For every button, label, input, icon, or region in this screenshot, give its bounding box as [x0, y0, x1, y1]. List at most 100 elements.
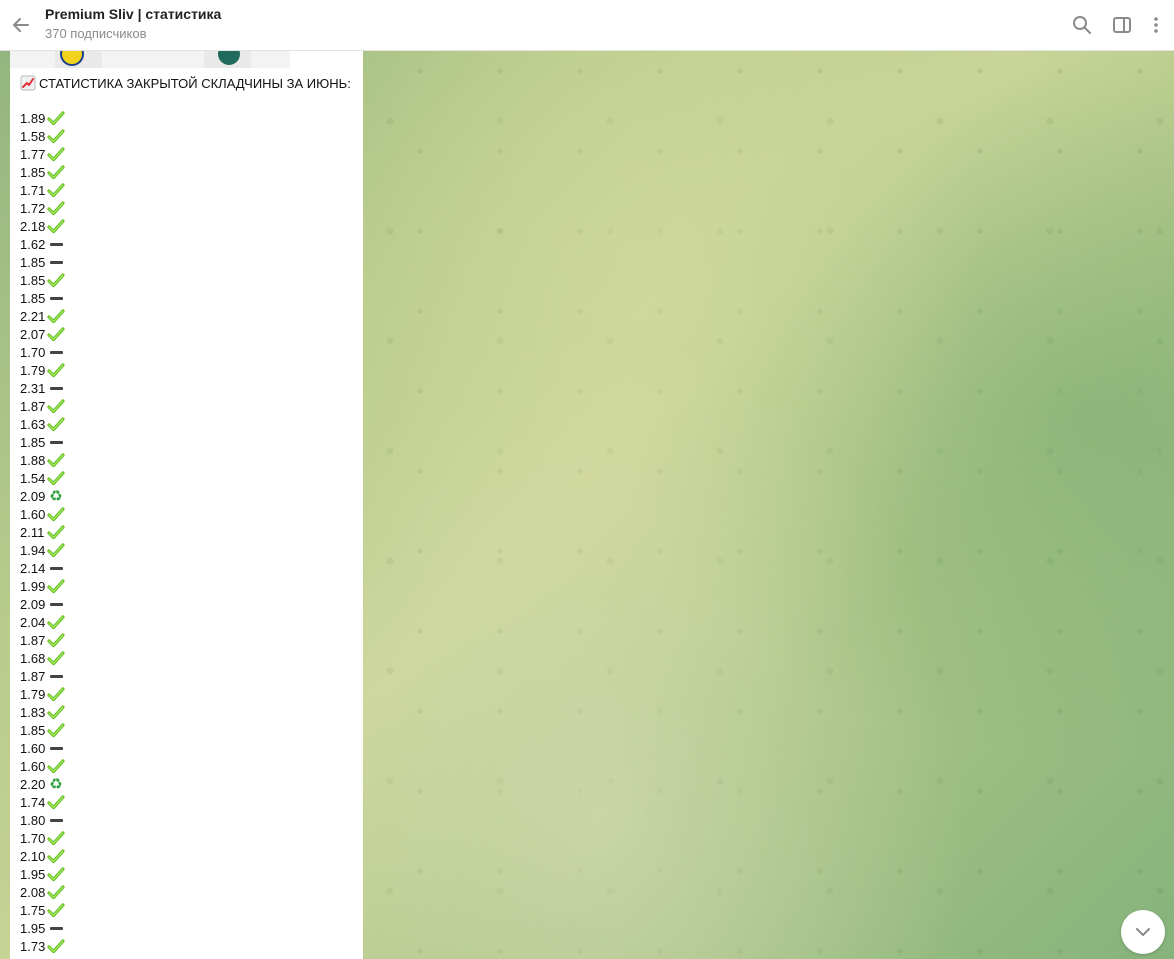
odds-value: 1.58 [20, 128, 46, 144]
odds-value: 1.79 [20, 686, 46, 702]
chart-increasing-icon [20, 75, 36, 91]
sidebar-toggle-button[interactable] [1110, 13, 1134, 37]
recycle-icon: ♻ [49, 775, 63, 793]
odds-value: 1.87 [20, 632, 46, 648]
minus-icon [47, 812, 65, 828]
check-mark-icon [47, 470, 65, 486]
odds-value: 2.14 [20, 560, 46, 576]
odds-value: 1.77 [20, 146, 46, 162]
list-item: 1.83 [20, 703, 65, 721]
odds-value: 1.63 [20, 416, 46, 432]
list-item: 2.31 [20, 379, 65, 397]
minus-icon [47, 254, 65, 270]
channel-title[interactable]: Premium Sliv | статистика [45, 6, 221, 22]
odds-value: 1.85 [20, 164, 46, 180]
odds-value: 1.73 [20, 938, 46, 954]
recycle-icon: ♻ [49, 487, 63, 505]
list-item: 2.14 [20, 559, 65, 577]
odds-value: 2.08 [20, 884, 46, 900]
odds-value: 1.94 [20, 542, 46, 558]
odds-value: 1.88 [20, 452, 46, 468]
list-item: 1.95 [20, 865, 65, 883]
check-mark-icon [47, 182, 65, 198]
list-item: 1.79 [20, 685, 65, 703]
minus-icon [47, 560, 65, 576]
list-item: 1.87 [20, 631, 65, 649]
odds-value: 2.09 [20, 488, 46, 504]
check-mark-icon [47, 146, 65, 162]
check-mark-icon [47, 866, 65, 882]
list-item: 1.85 [20, 721, 65, 739]
list-item: 1.70 [20, 829, 65, 847]
check-mark-icon [47, 794, 65, 810]
minus-icon [47, 740, 65, 756]
check-mark-icon [47, 938, 65, 954]
check-mark-icon [47, 614, 65, 630]
list-item: 1.71 [20, 181, 65, 199]
list-item: 1.87 [20, 667, 65, 685]
scroll-to-bottom-button[interactable] [1121, 910, 1165, 954]
list-item: 1.99 [20, 577, 65, 595]
odds-value: 1.87 [20, 398, 46, 414]
list-item: 1.60 [20, 505, 65, 523]
odds-value: 1.60 [20, 506, 46, 522]
check-mark-icon [47, 884, 65, 900]
odds-value: 1.85 [20, 434, 46, 450]
check-mark-icon [47, 542, 65, 558]
list-item: 2.09 [20, 595, 65, 613]
list-item: 1.60 [20, 757, 65, 775]
list-item: 1.70 [20, 343, 65, 361]
odds-value: 1.80 [20, 812, 46, 828]
list-item: 1.68 [20, 649, 65, 667]
message-bubble: СТАТИСТИКА ЗАКРЫТОЙ СКЛАДЧИНЫ ЗА ИЮНЬ: 1… [10, 51, 363, 959]
previous-media-preview[interactable] [10, 51, 290, 68]
odds-value: 1.60 [20, 740, 46, 756]
list-item: 1.54 [20, 469, 65, 487]
check-mark-icon [47, 272, 65, 288]
list-item: 1.58 [20, 127, 65, 145]
check-mark-icon [47, 128, 65, 144]
odds-value: 1.85 [20, 290, 46, 306]
check-mark-icon [47, 506, 65, 522]
check-mark-icon [47, 110, 65, 126]
list-item: 2.07 [20, 325, 65, 343]
search-icon [1073, 16, 1091, 34]
list-item: 1.94 [20, 541, 65, 559]
odds-value: 1.89 [20, 110, 46, 126]
odds-value: 1.99 [20, 578, 46, 594]
check-mark-icon [47, 632, 65, 648]
back-button[interactable] [8, 12, 34, 38]
odds-value: 2.07 [20, 326, 46, 342]
more-menu-button[interactable] [1144, 13, 1168, 37]
list-item: 2.11 [20, 523, 65, 541]
check-mark-icon [47, 758, 65, 774]
check-mark-icon [47, 686, 65, 702]
logo-thumbnail-icon [60, 51, 240, 66]
minus-icon [47, 668, 65, 684]
odds-value: 1.74 [20, 794, 46, 810]
odds-value: 1.72 [20, 200, 46, 216]
odds-value: 1.70 [20, 830, 46, 846]
check-mark-icon [47, 722, 65, 738]
odds-value: 1.95 [20, 920, 46, 936]
list-item: 1.60 [20, 739, 65, 757]
check-mark-icon [47, 362, 65, 378]
search-button[interactable] [1070, 13, 1094, 37]
odds-value: 2.20 [20, 776, 46, 792]
check-mark-icon [47, 578, 65, 594]
list-item: 2.21 [20, 307, 65, 325]
list-item: 1.85 [20, 433, 65, 451]
list-item: 2.09 ♻ [20, 487, 65, 505]
odds-value: 2.31 [20, 380, 46, 396]
odds-value: 2.04 [20, 614, 46, 630]
list-item: 1.85 [20, 271, 65, 289]
minus-icon [47, 290, 65, 306]
list-item: 2.10 [20, 847, 65, 865]
odds-value: 2.21 [20, 308, 46, 324]
minus-icon [47, 596, 65, 612]
check-mark-icon [47, 416, 65, 432]
check-mark-icon [47, 650, 65, 666]
arrow-left-icon [13, 18, 29, 32]
check-mark-icon [47, 848, 65, 864]
odds-value: 1.85 [20, 272, 46, 288]
